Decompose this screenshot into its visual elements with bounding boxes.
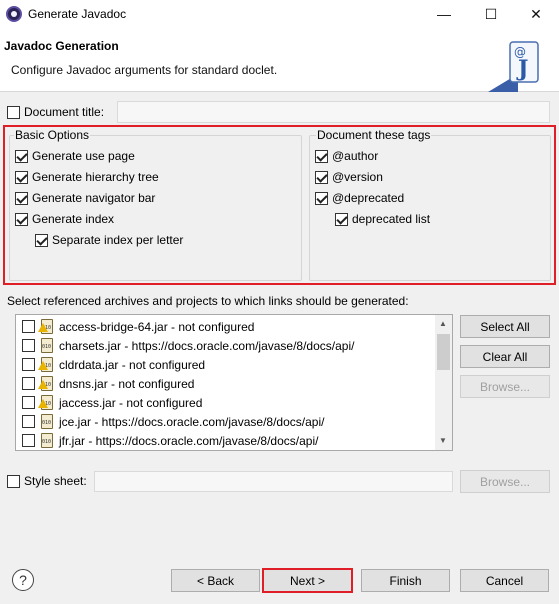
tag-version[interactable]: @version: [315, 170, 383, 184]
option-label: Generate navigator bar: [32, 191, 156, 205]
generate-use-page-checkbox[interactable]: [15, 149, 28, 163]
tag-author[interactable]: @author: [315, 149, 378, 163]
option-label: Generate use page: [32, 149, 135, 163]
list-item[interactable]: charsets.jar - https://docs.oracle.com/j…: [16, 336, 436, 355]
browse-style-sheet-button[interactable]: Browse...: [460, 470, 550, 493]
browse-references-button[interactable]: Browse...: [460, 375, 550, 398]
javadoc-logo-icon: @ J: [488, 41, 539, 92]
next-button[interactable]: Next >: [262, 568, 353, 593]
jar-warning-icon: [38, 356, 54, 373]
reference-checkbox[interactable]: [22, 358, 35, 371]
option-separate-index-per-letter[interactable]: Separate index per letter: [35, 233, 183, 247]
style-sheet-row: Style sheet:: [7, 474, 87, 488]
option-generate-use-page[interactable]: Generate use page: [15, 149, 135, 163]
generate-navigator-bar-checkbox[interactable]: [15, 191, 28, 205]
list-item-label: jce.jar - https://docs.oracle.com/javase…: [59, 414, 325, 429]
list-item-label: charsets.jar - https://docs.oracle.com/j…: [59, 338, 355, 353]
version-checkbox[interactable]: [315, 170, 328, 184]
tag-label: @deprecated: [332, 191, 405, 205]
deprecated-list-checkbox[interactable]: [335, 212, 348, 226]
document-tags-label: Document these tags: [316, 128, 432, 142]
document-title-row: Document title:: [7, 105, 104, 119]
option-label: Generate hierarchy tree: [32, 170, 159, 184]
list-item-label: access-bridge-64.jar - not configured: [59, 319, 255, 334]
list-item[interactable]: cldrdata.jar - not configured: [16, 355, 436, 374]
close-button[interactable]: ✕: [513, 0, 559, 28]
list-item[interactable]: dnsns.jar - not configured: [16, 374, 436, 393]
document-title-label: Document title:: [24, 105, 105, 119]
list-item[interactable]: access-bridge-64.jar - not configured: [16, 317, 436, 336]
scroll-up-icon[interactable]: ▲: [439, 319, 447, 328]
tag-deprecated-list[interactable]: deprecated list: [335, 212, 430, 226]
option-generate-hierarchy-tree[interactable]: Generate hierarchy tree: [15, 170, 159, 184]
tag-label: @version: [332, 170, 383, 184]
list-item-label: jfr.jar - https://docs.oracle.com/javase…: [59, 433, 319, 448]
tag-label: @author: [332, 149, 379, 163]
clear-all-button[interactable]: Clear All: [460, 345, 550, 368]
style-sheet-checkbox[interactable]: [7, 474, 20, 488]
jar-icon: [40, 337, 54, 354]
generate-index-checkbox[interactable]: [15, 212, 28, 226]
reference-checkbox[interactable]: [22, 434, 35, 447]
jar-icon: [40, 432, 54, 449]
tag-deprecated[interactable]: @deprecated: [315, 191, 404, 205]
window-title: Generate Javadoc: [28, 7, 127, 21]
page-title: Javadoc Generation: [4, 39, 119, 53]
list-item[interactable]: jce.jar - https://docs.oracle.com/javase…: [16, 412, 436, 431]
scroll-down-icon[interactable]: ▼: [439, 436, 447, 445]
minimize-button[interactable]: —: [421, 0, 467, 28]
eclipse-icon: [6, 6, 22, 22]
page-description: Configure Javadoc arguments for standard…: [11, 63, 278, 77]
back-button[interactable]: < Back: [171, 569, 260, 592]
references-label: Select referenced archives and projects …: [7, 294, 409, 308]
tag-label: deprecated list: [352, 212, 431, 226]
reference-checkbox[interactable]: [22, 377, 35, 390]
reference-checkbox[interactable]: [22, 339, 35, 352]
option-label: Generate index: [32, 212, 115, 226]
reference-checkbox[interactable]: [22, 415, 35, 428]
list-item-label: dnsns.jar - not configured: [59, 376, 195, 391]
select-all-button[interactable]: Select All: [460, 315, 550, 338]
list-item[interactable]: jaccess.jar - not configured: [16, 393, 436, 412]
finish-button[interactable]: Finish: [361, 569, 450, 592]
jar-warning-icon: [38, 394, 54, 411]
list-item-label: cldrdata.jar - not configured: [59, 357, 206, 372]
document-title-input[interactable]: [117, 101, 550, 123]
help-icon[interactable]: ?: [12, 569, 34, 591]
author-checkbox[interactable]: [315, 149, 328, 163]
maximize-button[interactable]: ☐: [468, 0, 514, 28]
option-generate-navigator-bar[interactable]: Generate navigator bar: [15, 191, 155, 205]
document-title-checkbox[interactable]: [7, 105, 20, 119]
deprecated-checkbox[interactable]: [315, 191, 328, 205]
svg-text:J: J: [516, 56, 528, 82]
reference-checkbox[interactable]: [22, 396, 35, 409]
generate-hierarchy-tree-checkbox[interactable]: [15, 170, 28, 184]
jar-icon: [40, 413, 54, 430]
list-item-label: jaccess.jar - not configured: [59, 395, 203, 410]
separate-index-per-letter-checkbox[interactable]: [35, 233, 48, 247]
jar-warning-icon: [38, 375, 54, 392]
list-scrollbar[interactable]: ▲ ▼: [435, 315, 452, 450]
wizard-header: Javadoc Generation Configure Javadoc arg…: [0, 28, 559, 92]
jar-warning-icon: [38, 318, 54, 335]
references-list[interactable]: access-bridge-64.jar - not configured ch…: [15, 314, 453, 451]
option-label: Separate index per letter: [52, 233, 184, 247]
list-item[interactable]: jfr.jar - https://docs.oracle.com/javase…: [16, 431, 436, 450]
reference-checkbox[interactable]: [22, 320, 35, 333]
option-generate-index[interactable]: Generate index: [15, 212, 114, 226]
basic-options-label: Basic Options: [14, 128, 91, 142]
title-bar: Generate Javadoc — ☐ ✕: [0, 0, 559, 28]
cancel-button[interactable]: Cancel: [460, 569, 549, 592]
style-sheet-label: Style sheet:: [24, 474, 87, 488]
scroll-thumb[interactable]: [437, 334, 450, 370]
style-sheet-input[interactable]: [94, 471, 453, 492]
